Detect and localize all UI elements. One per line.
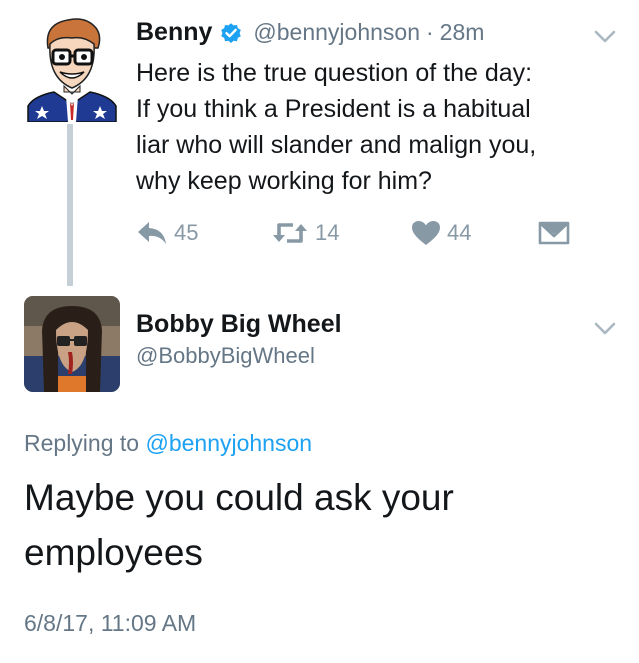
chevron-down-icon[interactable] (594, 30, 616, 44)
tweet2-text: Maybe you could ask your employees (24, 470, 614, 580)
tweet-text-line: employees (24, 532, 203, 573)
replying-to-mention[interactable]: @bennyjohnson (145, 430, 312, 456)
like-button[interactable]: 44 (411, 216, 471, 250)
replying-to-line: Replying to @bennyjohnson (24, 430, 312, 457)
author-handle[interactable]: @BobbyBigWheel (136, 343, 315, 369)
retweet-icon (273, 223, 307, 243)
tweet-thread-view: Benny @bennyjohnson · 28m Here is the tr… (0, 0, 639, 663)
avatar-bobby[interactable] (24, 296, 120, 392)
reply-icon (138, 222, 166, 244)
envelope-icon (538, 221, 570, 245)
reply-count: 45 (174, 220, 199, 245)
tweet1-text: Here is the true question of the day: If… (136, 55, 626, 199)
tweet-text-line: why keep working for him? (136, 167, 432, 195)
author-name[interactable]: Bobby Big Wheel (136, 310, 342, 339)
tweet-time[interactable]: 28m (440, 19, 485, 46)
heart-icon (412, 221, 440, 245)
tweet-text-line: Here is the true question of the day: (136, 59, 533, 87)
author-name[interactable]: Benny (136, 18, 212, 47)
tweet1-header: Benny @bennyjohnson · 28m (136, 18, 484, 47)
direct-message-button[interactable] (538, 216, 570, 250)
retweet-count: 14 (315, 220, 340, 245)
tweet-text-line: Maybe you could ask your (24, 477, 454, 518)
author-handle[interactable]: @bennyjohnson (253, 19, 420, 46)
verified-badge-icon (221, 22, 242, 43)
replying-prefix: Replying to (24, 430, 140, 456)
retweet-button[interactable]: 14 (271, 216, 339, 250)
thread-connector-line (67, 124, 73, 286)
like-count: 44 (447, 220, 472, 245)
tweet-text-line: If you think a President is a habitual (136, 95, 531, 123)
tweet-text-line: liar who will slander and malign you, (136, 131, 537, 159)
reply-button[interactable]: 45 (136, 216, 198, 250)
tweet1-actions: 45 14 44 (136, 216, 606, 250)
tweet-timestamp[interactable]: 6/8/17, 11:09 AM (24, 610, 196, 637)
chevron-down-icon[interactable] (594, 322, 616, 336)
header-separator: · (426, 19, 434, 45)
avatar-benny[interactable] (24, 14, 120, 123)
